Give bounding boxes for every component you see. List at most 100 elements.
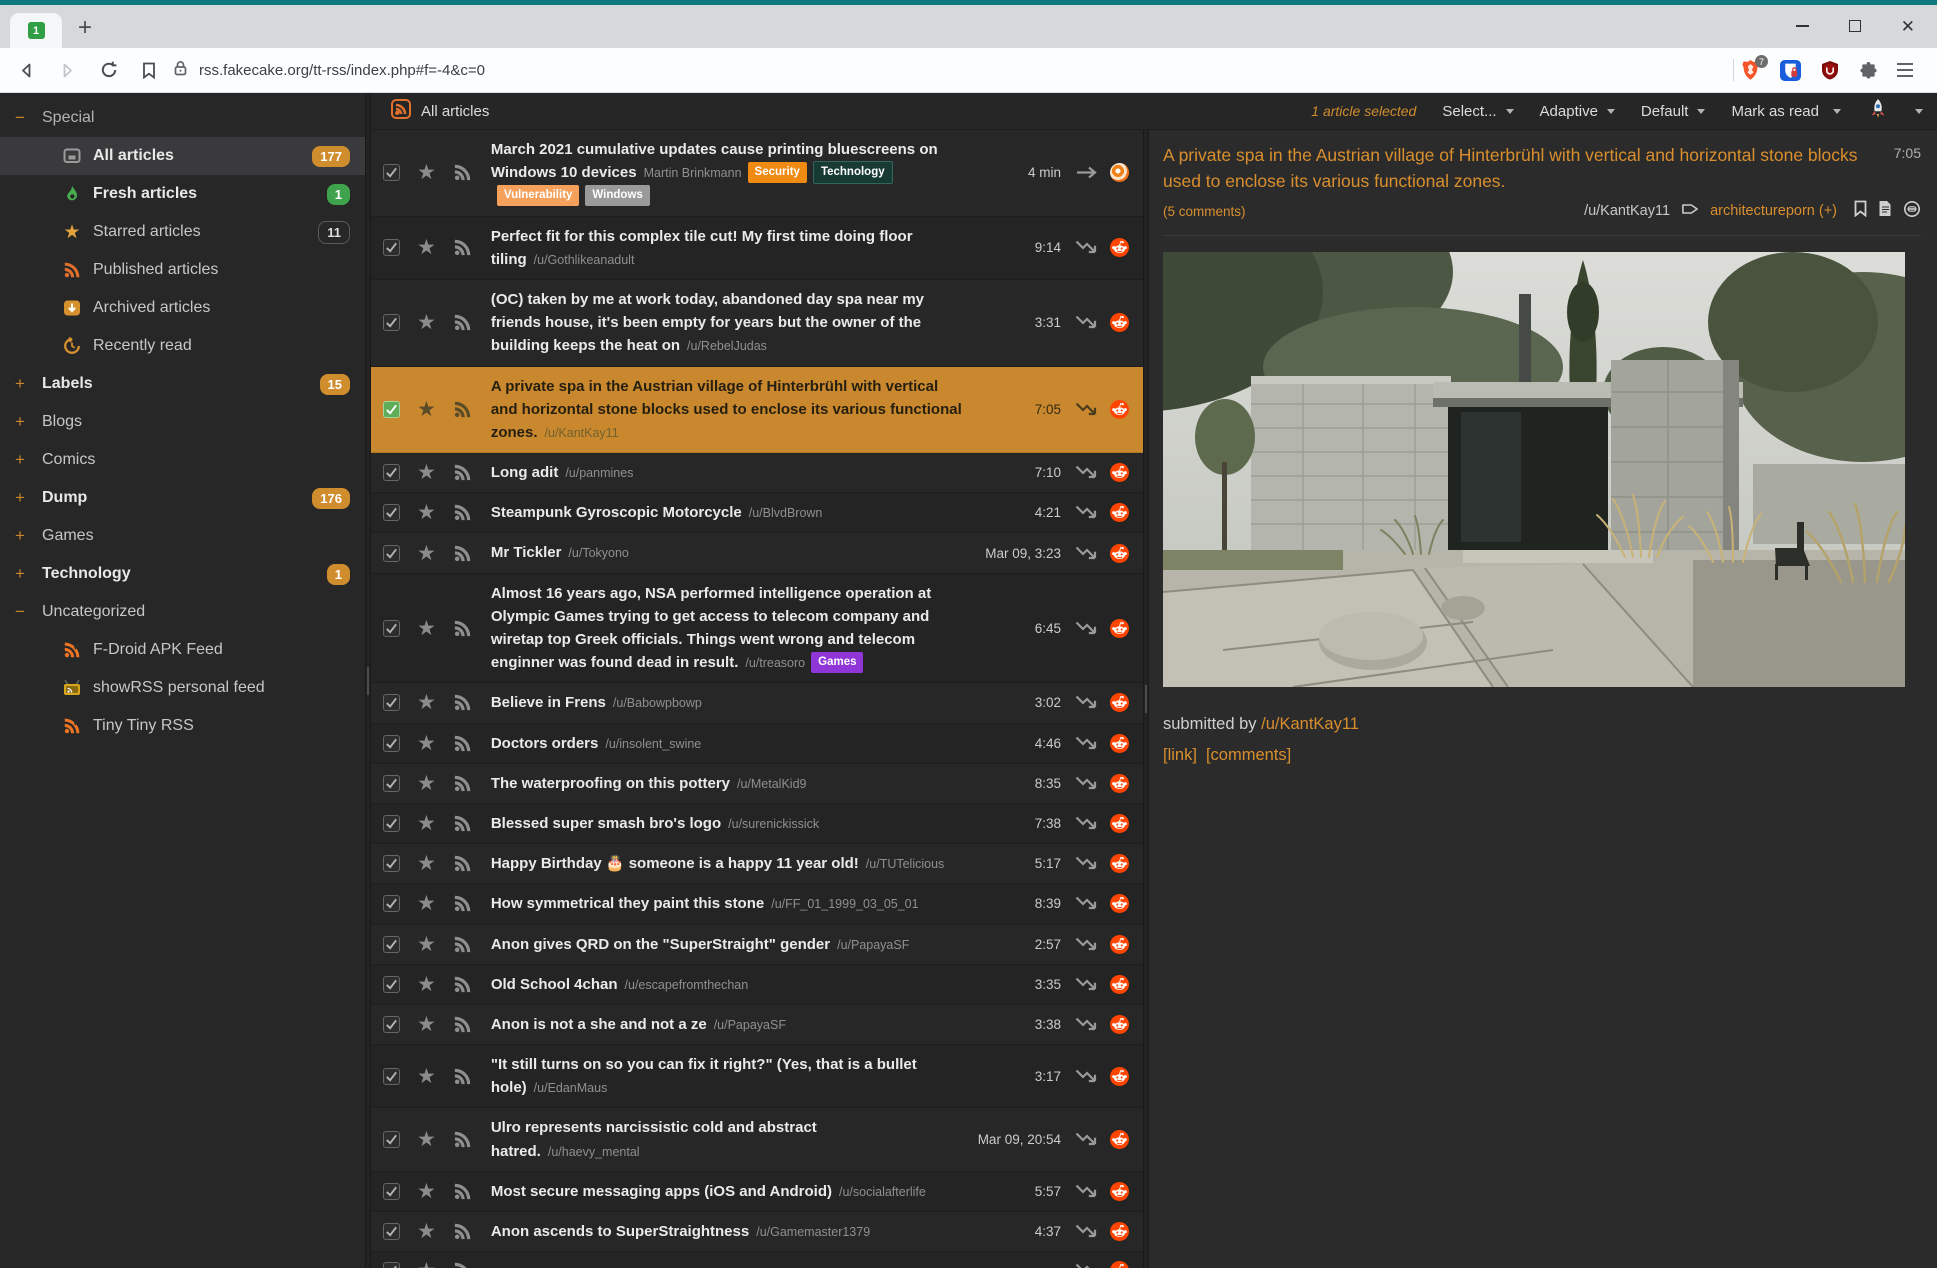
star-icon[interactable]: ★ [417, 237, 436, 258]
star-icon[interactable]: ★ [417, 543, 436, 564]
article-author[interactable]: /u/FF_01_1999_03_05_01 [771, 897, 918, 911]
star-icon[interactable]: ★ [417, 934, 436, 955]
star-icon[interactable]: ★ [417, 1221, 436, 1242]
article-row[interactable]: ★Ulro represents narcissistic cold and a… [371, 1108, 1143, 1171]
article-checkbox[interactable] [383, 694, 400, 711]
expander-icon[interactable]: + [15, 564, 42, 584]
star-icon[interactable]: ★ [417, 399, 436, 420]
article-title[interactable]: Long adit [491, 464, 559, 481]
article-checkbox[interactable] [383, 1223, 400, 1240]
article-title[interactable]: Old School 4chan [491, 976, 618, 993]
article-row[interactable]: ★Mr Tickler/u/TokyonoMar 09, 3:23 [371, 533, 1143, 573]
star-icon[interactable]: ★ [417, 1066, 436, 1087]
sidebar-section-special[interactable]: − Special [0, 99, 365, 137]
star-icon[interactable]: ★ [417, 813, 436, 834]
article-checkbox[interactable] [383, 314, 400, 331]
url-text[interactable]: rss.fakecake.org/tt-rss/index.php#f=-4&c… [199, 62, 485, 79]
article-row[interactable]: ★Perfect fit for this complex tile cut! … [371, 217, 1143, 280]
article-author[interactable]: /u/socialafterlife [839, 1185, 926, 1199]
sidebar-feed-tiny-tiny-rss[interactable]: Tiny Tiny RSS [0, 707, 365, 745]
mark-read-dropdown[interactable]: Mark as read [1731, 103, 1841, 120]
comments-link[interactable]: (5 comments) [1163, 204, 1246, 219]
article-title[interactable]: The waterproofing on this pottery [491, 775, 730, 792]
article-title[interactable]: How symmetrical they paint this stone [491, 895, 764, 912]
article-row[interactable]: ★Doctors orders/u/insolent_swine4:46 [371, 724, 1143, 764]
article-tag[interactable]: Games [811, 652, 863, 673]
article-title[interactable]: Ulro represents narcissistic cold and ab… [491, 1119, 817, 1159]
bitwarden-icon[interactable] [1780, 60, 1801, 81]
article-author[interactable]: /u/Gamemaster1379 [756, 1225, 870, 1239]
article-row[interactable]: ★"It still turns on so you can fix it ri… [371, 1045, 1143, 1108]
sidebar-category-comics[interactable]: +Comics [0, 441, 365, 479]
link-link[interactable]: [link] [1163, 746, 1197, 765]
publish-bookmark-icon[interactable] [1854, 200, 1867, 222]
sidebar-item-all-articles[interactable]: All articles177 [0, 137, 365, 175]
star-icon[interactable]: ★ [417, 312, 436, 333]
url-bar[interactable]: rss.fakecake.org/tt-rss/index.php#f=-4&c… [174, 60, 1733, 81]
star-icon[interactable]: ★ [417, 1260, 436, 1268]
sidebar-category-uncategorized[interactable]: −Uncategorized [0, 593, 365, 631]
article-row[interactable]: ★Almost 16 years ago, NSA performed inte… [371, 574, 1143, 684]
article-row[interactable]: ★ [371, 1252, 1143, 1268]
article-checkbox[interactable] [383, 1131, 400, 1148]
article-tag[interactable]: Windows [585, 185, 649, 206]
article-checkbox[interactable] [383, 620, 400, 637]
external-link-icon[interactable] [1903, 200, 1921, 223]
star-icon[interactable]: ★ [417, 692, 436, 713]
article-row[interactable]: ★The waterproofing on this pottery/u/Met… [371, 764, 1143, 804]
sidebar-feed-showrss-personal-feed[interactable]: showRSS personal feed [0, 669, 365, 707]
ttrss-logo-icon[interactable] [1867, 98, 1889, 125]
sidebar-feed-f-droid-apk-feed[interactable]: F-Droid APK Feed [0, 631, 365, 669]
article-title[interactable]: Steampunk Gyroscopic Motorcycle [491, 504, 742, 521]
article-title[interactable]: Anon ascends to SuperStraightness [491, 1223, 749, 1240]
article-author[interactable]: /u/haevy_mental [548, 1145, 640, 1159]
article-author[interactable]: /u/Tokyono [568, 546, 628, 560]
sidebar-item-fresh-articles[interactable]: Fresh articles1 [0, 175, 365, 213]
article-tag[interactable]: Security [748, 162, 807, 183]
select-dropdown[interactable]: Select... [1442, 103, 1513, 120]
sidebar-category-dump[interactable]: +Dump176 [0, 479, 365, 517]
article-author[interactable]: /u/BlvdBrown [749, 506, 823, 520]
ublock-icon[interactable] [1820, 60, 1840, 80]
new-tab-button[interactable]: + [78, 16, 92, 40]
sidebar-splitter[interactable] [365, 93, 371, 1268]
article-author[interactable]: /u/PapayaSF [837, 938, 909, 952]
star-icon[interactable]: ★ [417, 893, 436, 914]
article-checkbox[interactable] [383, 504, 400, 521]
submitted-by-user-link[interactable]: /u/KantKay11 [1261, 715, 1359, 733]
article-checkbox[interactable] [383, 775, 400, 792]
bookmark-icon[interactable] [142, 62, 156, 79]
article-author[interactable]: /u/RebelJudas [687, 339, 767, 353]
sidebar-item-archived-articles[interactable]: Archived articles [0, 289, 365, 327]
sidebar-category-labels[interactable]: +Labels15 [0, 365, 365, 403]
article-row[interactable]: ★Blessed super smash bro's logo/u/sureni… [371, 804, 1143, 844]
article-author[interactable]: /u/panmines [565, 466, 633, 480]
sidebar-category-games[interactable]: +Games [0, 517, 365, 555]
article-author[interactable]: /u/escapefromthechan [625, 978, 749, 992]
article-checkbox[interactable] [383, 239, 400, 256]
comments-link-bottom[interactable]: [comments] [1206, 746, 1291, 765]
star-icon[interactable]: ★ [417, 1014, 436, 1035]
brave-rewards-icon[interactable]: 7 [1740, 59, 1761, 81]
forward-icon[interactable] [59, 62, 76, 79]
sidebar-category-technology[interactable]: +Technology1 [0, 555, 365, 593]
article-row[interactable]: ★Happy Birthday 🎂 someone is a happy 11 … [371, 844, 1143, 884]
actions-menu-icon[interactable] [1915, 109, 1923, 114]
edit-note-icon[interactable] [1878, 200, 1892, 222]
article-row[interactable]: ★Old School 4chan/u/escapefromthechan3:3… [371, 965, 1143, 1005]
article-row[interactable]: ★Anon is not a she and not a ze/u/Papaya… [371, 1005, 1143, 1045]
back-icon[interactable] [18, 62, 35, 79]
article-title[interactable]: Doctors orders [491, 735, 599, 752]
article-checkbox[interactable] [383, 164, 400, 181]
article-checkbox[interactable] [383, 735, 400, 752]
reload-icon[interactable] [100, 61, 118, 79]
article-author[interactable]: /u/Babowpbowp [613, 696, 702, 710]
article-checkbox[interactable] [383, 976, 400, 993]
article-author[interactable]: /u/insolent_swine [605, 737, 701, 751]
expander-icon[interactable]: + [15, 450, 42, 470]
star-icon[interactable]: ★ [417, 618, 436, 639]
article-title[interactable]: Anon is not a she and not a ze [491, 1016, 707, 1033]
star-icon[interactable]: ★ [417, 162, 436, 183]
sidebar-item-starred-articles[interactable]: ★Starred articles11 [0, 213, 365, 251]
article-checkbox[interactable] [383, 815, 400, 832]
